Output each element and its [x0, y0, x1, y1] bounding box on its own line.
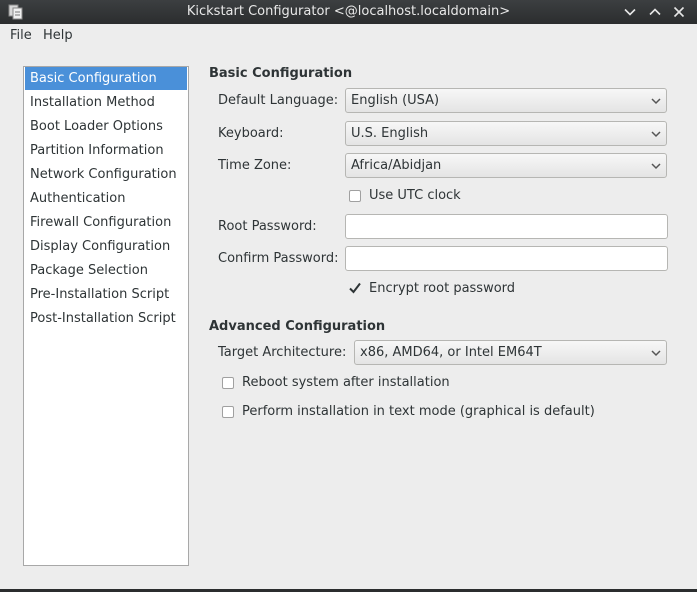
default-language-label: Default Language: [218, 93, 339, 108]
sidebar-item-display-configuration[interactable]: Display Configuration [25, 235, 187, 258]
sidebar-item-partition-information[interactable]: Partition Information [25, 139, 187, 162]
time-zone-value: Africa/Abidjan [351, 158, 442, 173]
use-utc-clock-checkbox[interactable] [349, 190, 361, 202]
time-zone-label: Time Zone: [218, 158, 292, 173]
chevron-up-icon [649, 8, 661, 16]
confirm-password-label: Confirm Password: [218, 251, 339, 266]
maximize-button[interactable] [646, 3, 664, 21]
minimize-button[interactable] [621, 3, 639, 21]
text-mode-checkbox[interactable] [222, 406, 234, 418]
menu-help[interactable]: Help [43, 28, 73, 43]
basic-configuration-heading: Basic Configuration [209, 66, 353, 81]
default-language-select[interactable]: English (USA) [345, 88, 667, 113]
target-architecture-label: Target Architecture: [218, 345, 347, 360]
sidebar-item-installation-method[interactable]: Installation Method [25, 91, 187, 114]
target-architecture-value: x86, AMD64, or Intel EM64T [360, 345, 542, 360]
chevron-down-icon [651, 98, 661, 105]
target-architecture-select[interactable]: x86, AMD64, or Intel EM64T [354, 340, 667, 365]
root-password-label: Root Password: [218, 219, 317, 234]
sidebar-list: Basic Configuration Installation Method … [23, 66, 189, 566]
window-titlebar[interactable]: Kickstart Configurator <@localhost.local… [0, 0, 697, 24]
menu-file[interactable]: File [10, 28, 32, 43]
sidebar-item-authentication[interactable]: Authentication [25, 187, 187, 210]
keyboard-value: U.S. English [351, 126, 429, 141]
sidebar-item-basic-configuration[interactable]: Basic Configuration [25, 67, 187, 90]
time-zone-select[interactable]: Africa/Abidjan [345, 153, 667, 178]
chevron-down-icon [651, 350, 661, 357]
sidebar-item-pre-installation-script[interactable]: Pre-Installation Script [25, 283, 187, 306]
sidebar-item-boot-loader-options[interactable]: Boot Loader Options [25, 115, 187, 138]
close-button[interactable] [670, 3, 688, 21]
default-language-value: English (USA) [351, 93, 440, 108]
sidebar-item-network-configuration[interactable]: Network Configuration [25, 163, 187, 186]
encrypt-root-password-checkbox[interactable] [348, 281, 362, 295]
use-utc-clock-label[interactable]: Use UTC clock [369, 188, 461, 203]
encrypt-root-password-label[interactable]: Encrypt root password [369, 281, 515, 296]
reboot-system-label[interactable]: Reboot system after installation [242, 375, 450, 390]
window-title: Kickstart Configurator <@localhost.local… [186, 4, 511, 19]
keyboard-label: Keyboard: [218, 126, 284, 141]
close-icon [673, 6, 685, 18]
sidebar-item-firewall-configuration[interactable]: Firewall Configuration [25, 211, 187, 234]
reboot-system-checkbox[interactable] [222, 377, 234, 389]
advanced-configuration-heading: Advanced Configuration [209, 319, 386, 334]
chevron-down-icon [624, 8, 636, 16]
chevron-down-icon [651, 163, 661, 170]
root-password-input[interactable] [345, 214, 668, 239]
sidebar-item-package-selection[interactable]: Package Selection [25, 259, 187, 282]
chevron-down-icon [651, 131, 661, 138]
keyboard-select[interactable]: U.S. English [345, 121, 667, 146]
confirm-password-input[interactable] [345, 246, 668, 271]
sidebar-item-post-installation-script[interactable]: Post-Installation Script [25, 307, 187, 330]
menubar: File Help [0, 24, 697, 48]
text-mode-label[interactable]: Perform installation in text mode (graph… [242, 404, 595, 419]
